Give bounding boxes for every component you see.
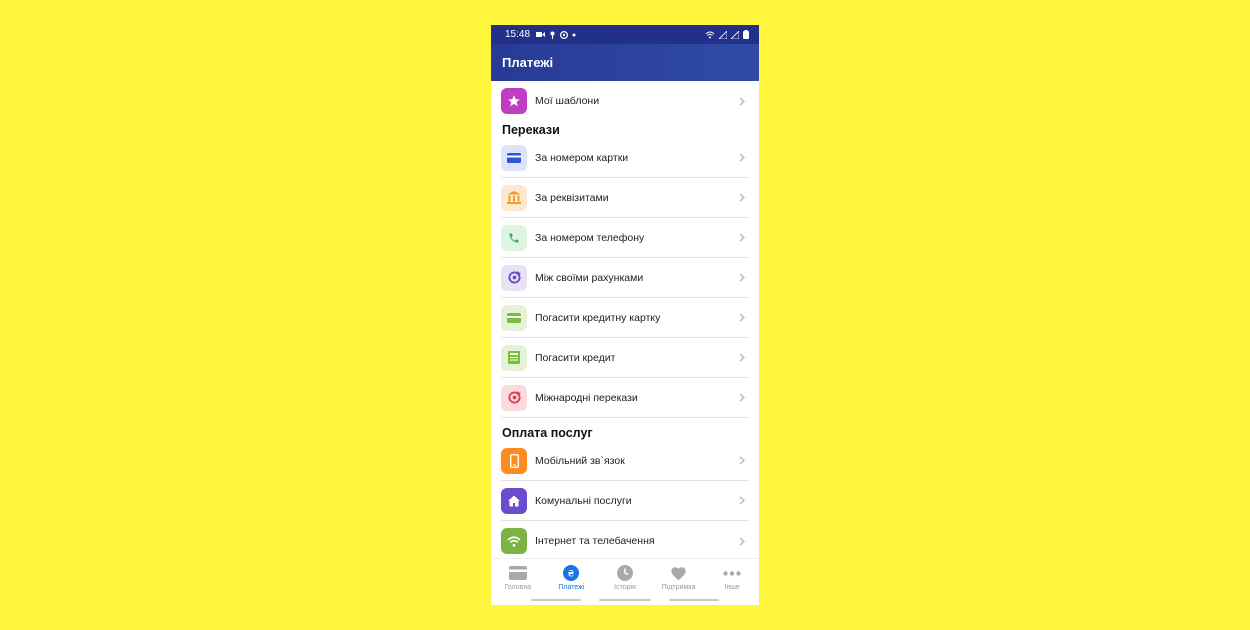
transfer-by-details-row[interactable]: За реквізитами [501,178,749,218]
tab-history-label: Історія [614,584,636,591]
tab-home[interactable]: Головна [491,559,545,599]
bottom-tab-bar: Головна ₴ Платежі Історія Підтримка Інше [491,558,759,599]
chevron-right-icon [737,153,747,163]
pay-credit-card-label: Погасити кредитну картку [535,311,661,324]
chevron-right-icon [737,96,747,106]
chevron-right-icon [737,193,747,203]
my-templates-label: Мої шаблони [535,95,600,107]
transfer-between-accounts-row[interactable]: Між своїми рахунками [501,258,749,298]
international-transfers-row[interactable]: Міжнародні перекази [501,378,749,418]
wifi-icon [705,31,715,38]
star-icon [501,88,527,114]
transfer-by-phone-row[interactable]: За номером телефону [501,218,749,258]
mobile-service-label: Мобільний зв`язок [535,454,625,467]
tab-support[interactable]: Підтримка [652,559,706,599]
transfer-by-details-label: За реквізитами [535,191,609,204]
gesture-bar-left [531,599,581,601]
tab-more[interactable]: Інше [705,559,759,599]
my-templates-row[interactable]: Мої шаблони [501,81,749,121]
app-bar: Платежі [491,44,759,81]
phone-icon [501,224,527,251]
card-icon [501,144,527,171]
tab-home-label: Головна [504,584,532,591]
transfer-by-phone-label: За номером телефону [535,231,645,244]
exchange-icon [501,264,527,291]
tab-payments-label: Платежі [558,584,585,591]
status-time: 15:48 [505,29,531,40]
tab-support-label: Підтримка [661,584,696,591]
mobile-service-row[interactable]: Мобільний зв`язок [501,441,749,481]
phone-screen: 15:48 Платежі Мої шаблони Перекази За но… [491,25,759,605]
pay-credit-card-row[interactable]: Погасити кредитну картку [501,298,749,338]
transfer-by-card-label: За номером картки [535,151,629,164]
heart-icon [670,564,688,582]
pay-loan-label: Погасити кредит [535,351,616,364]
status-bar: 15:48 [491,25,759,44]
more-icon [723,564,741,582]
home-icon [501,487,527,514]
chevron-right-icon [737,273,747,283]
payments-list: Мої шаблони Перекази За номером картки З… [491,81,759,558]
internet-tv-service-row[interactable]: Інтернет та телебачення [501,521,749,558]
calculator-icon [501,344,527,371]
credit-card-icon [501,304,527,331]
internet-tv-service-label: Інтернет та телебачення [535,535,655,547]
transfer-between-accounts-label: Між своїми рахунками [535,271,644,284]
mobile-icon [501,447,527,474]
gesture-bar-right [669,599,719,601]
chevron-right-icon [737,496,747,506]
payments-icon: ₴ [562,564,580,582]
chevron-right-icon [737,353,747,363]
services-section-title: Оплата послуг [502,426,593,440]
signal-icon [719,30,727,39]
svg-text:₴: ₴ [568,570,575,580]
chevron-right-icon [737,456,747,466]
video-icon [536,32,546,37]
bank-icon [501,184,527,211]
tab-history[interactable]: Історія [598,559,652,599]
dot-icon [572,33,576,36]
chevron-right-icon [737,536,747,546]
chevron-right-icon [737,393,747,403]
chevron-right-icon [737,233,747,243]
utilities-service-label: Комунальні послуги [535,494,632,507]
signal-icon-2 [731,30,739,39]
transfers-section-title: Перекази [502,123,560,137]
wifi-icon [501,528,527,554]
tab-payments[interactable]: ₴ Платежі [545,559,599,599]
pay-loan-row[interactable]: Погасити кредит [501,338,749,378]
chevron-right-icon [737,313,747,323]
utilities-service-row[interactable]: Комунальні послуги [501,481,749,521]
wallet-icon [508,564,527,582]
circle-icon [560,30,569,39]
clock-icon [616,564,634,582]
battery-icon [743,30,749,39]
gesture-bar-center [599,599,651,601]
international-icon [501,384,527,411]
international-transfers-label: Міжнародні перекази [535,391,638,404]
fan-icon [550,31,555,39]
page-title: Платежі [502,55,554,70]
tab-more-label: Інше [724,584,740,591]
transfer-by-card-row[interactable]: За номером картки [501,138,749,178]
